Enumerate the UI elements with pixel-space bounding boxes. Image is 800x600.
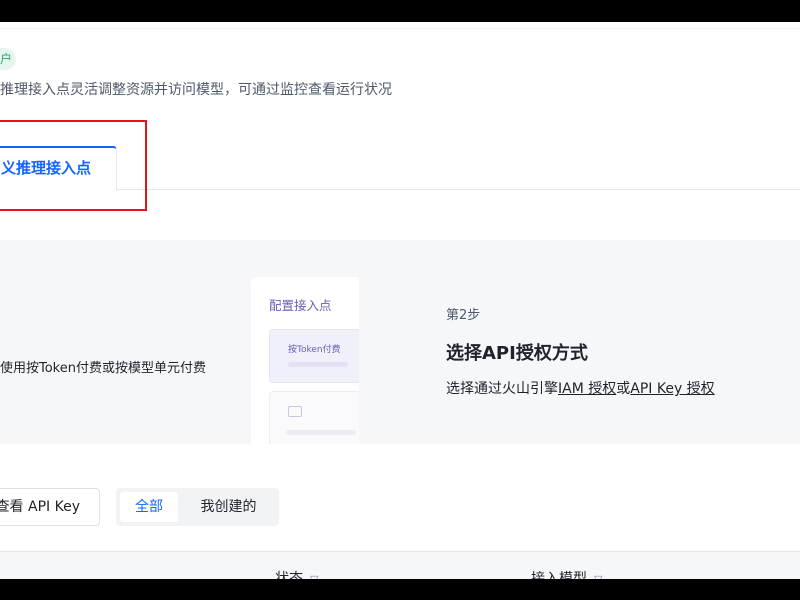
view-api-key-button[interactable]: 查看 API Key: [0, 488, 100, 526]
column-label: 接入模型: [531, 571, 587, 579]
tabs-divider: [117, 189, 800, 190]
column-header-model[interactable]: 接入模型 ▽: [531, 568, 602, 579]
page-frame: 户 推理接入点灵活调整资源并访问模型，可通过监控查看运行状况 义推理接入点 使用…: [0, 22, 800, 579]
guide-step1-desc: 使用按Token付费或按模型单元付费: [0, 361, 206, 376]
status-badge: 户: [0, 48, 16, 70]
page-description: 推理接入点灵活调整资源并访问模型，可通过监控查看运行状况: [0, 82, 392, 98]
filter-all-option[interactable]: 全部: [120, 492, 178, 522]
column-header-status[interactable]: 状态 ▽: [275, 568, 318, 579]
preview-placeholder-bar: [288, 362, 348, 367]
filter-mine-option[interactable]: 我创建的: [182, 492, 275, 522]
preview-placeholder-bar: [286, 430, 356, 435]
step-description: 选择通过火山引擎IAM 授权或API Key 授权: [446, 378, 715, 398]
step-desc-or: 或: [616, 381, 631, 397]
divider: [0, 28, 800, 29]
api-key-auth-link[interactable]: API Key 授权: [630, 381, 714, 397]
step-label: 第2步: [446, 308, 481, 323]
owner-filter-segmented: 全部 我创建的: [116, 488, 279, 526]
onboarding-guide: 使用按Token付费或按模型单元付费 配置接入点 按Token付费 第2步 选择…: [0, 240, 800, 444]
iam-auth-link[interactable]: IAM 授权: [558, 381, 616, 397]
column-label: 状态: [275, 571, 303, 579]
preview-option-unit: [269, 391, 359, 444]
highlight-annotation-box: [0, 120, 147, 211]
preview-title: 配置接入点: [269, 298, 332, 313]
preview-option-token: 按Token付费: [269, 329, 359, 383]
guide-preview-card: 配置接入点 按Token付费: [251, 277, 359, 444]
filter-icon[interactable]: ▽: [310, 573, 318, 579]
image-icon: [288, 406, 302, 417]
filter-icon[interactable]: ▽: [594, 573, 602, 579]
step-title: 选择API授权方式: [446, 343, 588, 364]
table-header: 状态 ▽ 接入模型 ▽: [0, 551, 800, 579]
step-desc-prefix: 选择通过火山引擎: [446, 381, 558, 397]
preview-option-label: 按Token付费: [288, 345, 341, 355]
